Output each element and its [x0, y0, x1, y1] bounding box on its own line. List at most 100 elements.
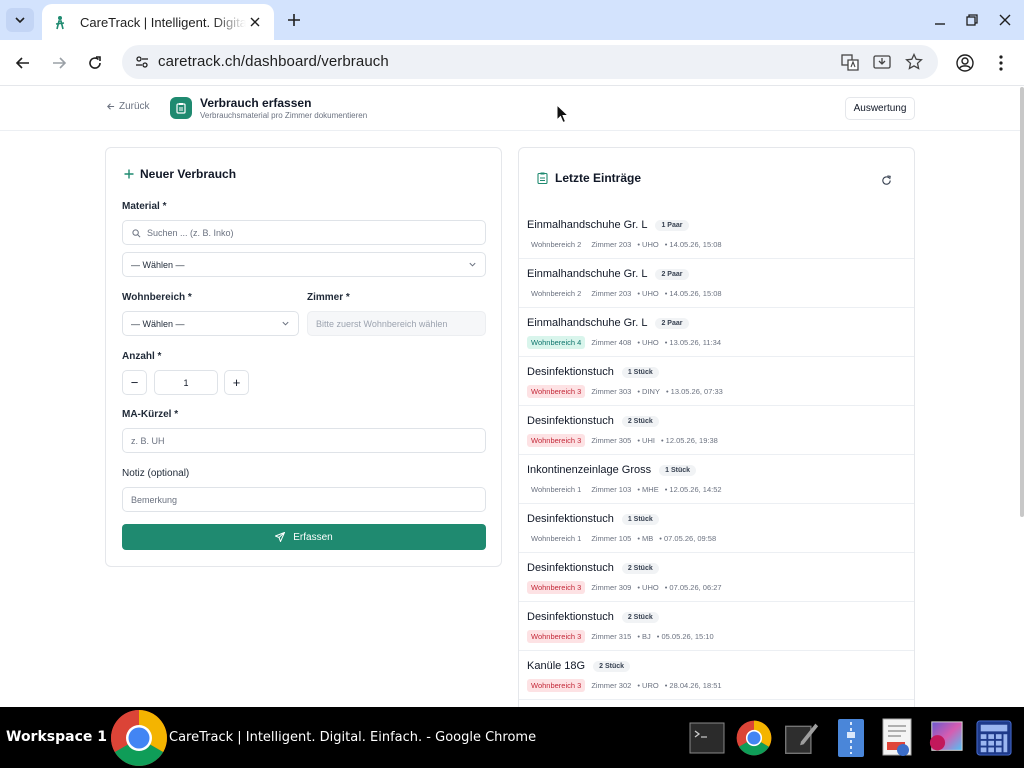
minimize-button[interactable] — [928, 8, 952, 32]
quantity-badge: 1 Stück — [659, 464, 697, 476]
entry-title: Einmalhandschuhe Gr. L 2 Paar — [527, 268, 689, 280]
back-link-label: Zurück — [119, 101, 150, 112]
entry-title: Inkontinenzeinlage Gross 1 Stück — [527, 464, 697, 476]
close-icon[interactable] — [246, 13, 264, 31]
app-header: Zurück Verbrauch erfassen Verbrauchsmate… — [0, 87, 1020, 131]
list-item[interactable]: Einmalhandschuhe Gr. L 2 Paar Wohnbereich… — [519, 259, 914, 308]
list-item[interactable]: Desinfektionstuch 1 Stück Wohnbereich 3 Zi… — [519, 357, 914, 406]
restore-icon — [966, 14, 978, 26]
back-button[interactable] — [11, 51, 35, 75]
wohnbereich-badge: Wohnbereich 2 — [531, 240, 582, 249]
quantity-badge: 1 Stück — [621, 513, 659, 525]
entry-meta: Wohnbereich 3 Zimmer 303 • DINY • 13.05.26,… — [527, 385, 723, 398]
quantity-badge: 2 Paar — [655, 317, 689, 329]
entry-kuerzel: • UHO — [637, 583, 659, 592]
entry-title: Kanüle 18G 2 Stück — [527, 660, 631, 672]
entry-zimmer: Zimmer 305 — [591, 436, 632, 445]
entry-name: Desinfektionstuch — [527, 513, 614, 525]
chrome-icon[interactable] — [736, 719, 772, 757]
wohnbereich-select-value: — Wählen — — [131, 318, 185, 329]
chrome-icon[interactable] — [110, 709, 168, 767]
refresh-button[interactable] — [879, 173, 893, 187]
list-item[interactable]: Einmalhandschuhe Gr. L 2 Paar Wohnbereich… — [519, 308, 914, 357]
form-title-label: Neuer Verbrauch — [140, 167, 237, 181]
entry-kuerzel: • UHO — [637, 240, 659, 249]
entry-kuerzel: • MHE — [637, 485, 659, 494]
material-search-input[interactable]: Suchen ... (z. B. Inko) — [122, 220, 486, 245]
entry-title: Desinfektionstuch 1 Stück — [527, 513, 659, 525]
list-item[interactable]: Inkontinenzeinlage Gross 1 Stück Wohnbere… — [519, 455, 914, 504]
profile-icon[interactable] — [953, 51, 977, 75]
report-button[interactable]: Auswertung — [845, 97, 915, 120]
entry-title: Einmalhandschuhe Gr. L 1 Paar — [527, 219, 689, 231]
entry-name: Kanüle 18G — [527, 660, 586, 672]
site-info-icon[interactable] — [134, 54, 150, 70]
clipboard-icon — [170, 97, 192, 119]
increment-button[interactable]: + — [224, 370, 249, 395]
list-item[interactable]: Kanüle 18G 2 Stück Wohnbereich 3 Zimmer 30… — [519, 651, 914, 700]
entry-kuerzel: • URO — [637, 681, 659, 690]
page-scrollbar[interactable] — [1020, 87, 1024, 517]
tab-search-button[interactable] — [6, 8, 34, 32]
list-item[interactable]: Desinfektionstuch 2 Stück Wohnbereich 3 Zi… — [519, 553, 914, 602]
wohnbereich-badge: Wohnbereich 3 — [527, 385, 586, 398]
entry-zimmer: Zimmer 302 — [591, 681, 632, 690]
browser-tab[interactable]: CareTrack | Intelligent. Digital. Einfac… — [42, 4, 274, 40]
entry-kuerzel: • MB — [637, 534, 654, 543]
recent-entries-panel: Letzte Einträge Einmalhandschuhe Gr. L 1 … — [518, 147, 915, 707]
address-bar[interactable]: caretrack.ch/dashboard/verbrauch — [122, 45, 938, 79]
bookmark-star-icon[interactable] — [904, 52, 924, 72]
new-tab-button[interactable] — [282, 8, 306, 32]
list-item[interactable]: Desinfektionstuch 2 Stück Wohnbereich 3 Zi… — [519, 406, 914, 455]
quantity-badge: 2 Stück — [621, 611, 659, 623]
image-viewer-icon[interactable] — [928, 719, 964, 757]
entry-title: Desinfektionstuch 1 Stück — [527, 366, 659, 378]
taskbar-window-title[interactable]: CareTrack | Intelligent. Digital. Einfac… — [169, 730, 536, 745]
close-window-button[interactable] — [993, 8, 1017, 32]
list-item[interactable]: Desinfektionstuch 2 Stück Wohnbereich 3 Zi… — [519, 602, 914, 651]
page-viewport: Zurück Verbrauch erfassen Verbrauchsmate… — [0, 87, 1024, 707]
notiz-label: Notiz (optional) — [122, 468, 190, 479]
entry-meta: Wohnbereich 3 Zimmer 309 • UHO • 07.05.26, … — [527, 581, 722, 594]
archive-icon[interactable] — [833, 719, 869, 757]
notiz-input[interactable]: Bemerkung — [122, 487, 486, 512]
workspace-label[interactable]: Workspace 1 — [6, 729, 107, 745]
url-text[interactable]: caretrack.ch/dashboard/verbrauch — [158, 53, 389, 70]
text-editor-icon[interactable] — [783, 719, 819, 757]
kuerzel-input[interactable]: z. B. UH — [122, 428, 486, 453]
plus-icon — [288, 14, 300, 26]
reload-button[interactable] — [83, 51, 107, 75]
entry-zimmer: Zimmer 309 — [591, 583, 632, 592]
chevron-down-icon — [282, 321, 289, 326]
forward-button[interactable] — [47, 51, 71, 75]
translate-icon[interactable] — [840, 52, 860, 72]
decrement-button[interactable]: − — [122, 370, 147, 395]
notiz-placeholder: Bemerkung — [131, 494, 178, 505]
more-menu-icon[interactable] — [989, 51, 1013, 75]
zimmer-select[interactable]: Bitte zuerst Wohnbereich wählen — [307, 311, 486, 336]
document-viewer-icon[interactable] — [880, 718, 916, 757]
install-app-icon[interactable] — [872, 52, 892, 72]
back-link[interactable]: Zurück — [106, 101, 150, 112]
quantity-input[interactable]: 1 — [154, 370, 218, 395]
entry-name: Desinfektionstuch — [527, 611, 614, 623]
wohnbereich-badge: Wohnbereich 1 — [531, 534, 582, 543]
material-search-placeholder: Suchen ... (z. B. Inko) — [147, 227, 234, 238]
list-item[interactable]: Einmalhandschuhe Gr. L 1 Paar Wohnbereich… — [519, 210, 914, 259]
wohnbereich-select[interactable]: — Wählen — — [122, 311, 299, 336]
entry-meta: Wohnbereich 3 Zimmer 315 • BJ • 05.05.26, 1… — [527, 630, 714, 643]
entry-title: Desinfektionstuch 2 Stück — [527, 562, 659, 574]
plus-icon — [124, 169, 134, 179]
material-select[interactable]: — Wählen — — [122, 252, 486, 277]
material-select-value: — Wählen — — [131, 259, 185, 270]
list-item[interactable]: Desinfektionstuch 1 Stück Wohnbereich 1 Zi… — [519, 504, 914, 553]
form-title: Neuer Verbrauch — [124, 167, 236, 181]
terminal-icon[interactable] — [689, 719, 725, 757]
wohnbereich-badge: Wohnbereich 3 — [527, 434, 586, 447]
calculator-icon[interactable] — [976, 719, 1012, 757]
restore-button[interactable] — [960, 8, 984, 32]
wohnbereich-badge: Wohnbereich 1 — [531, 485, 582, 494]
submit-button[interactable]: Erfassen — [122, 524, 486, 550]
chevron-down-icon — [15, 17, 25, 24]
clipboard-icon — [537, 172, 548, 184]
